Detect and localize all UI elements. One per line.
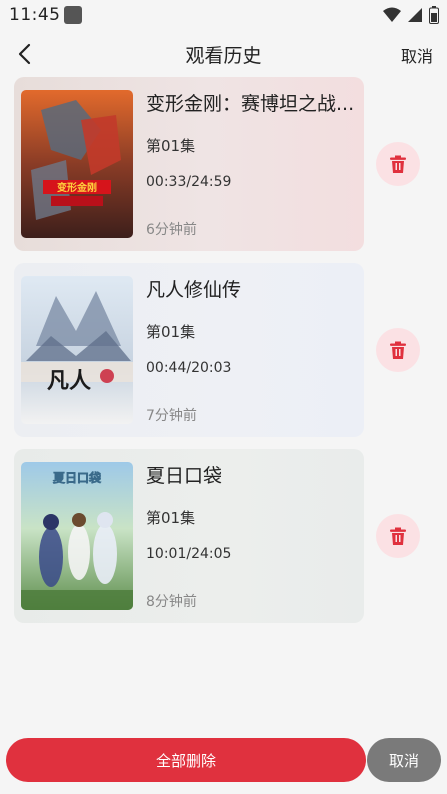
- poster-image: 夏日口袋: [21, 462, 133, 610]
- episode-label: 第01集: [146, 323, 196, 341]
- history-list: 变形金刚 变形金刚：赛博坦之战... 第01集 00:33/24:59 6分钟前: [14, 77, 434, 635]
- watch-progress: 00:44/20:03: [146, 360, 232, 376]
- history-card[interactable]: 夏日口袋 夏日口袋 第01集 10:01/24:05 8分钟前: [14, 449, 364, 623]
- cancel-edit-button[interactable]: 取消: [401, 43, 433, 67]
- trash-icon: [390, 341, 406, 359]
- history-row: 夏日口袋 夏日口袋 第01集 10:01/24:05 8分钟前: [14, 449, 434, 623]
- app-notification-icon: [64, 6, 82, 24]
- item-info: 变形金刚：赛博坦之战... 第01集 00:33/24:59: [146, 89, 360, 190]
- status-time: 11:45: [9, 5, 61, 25]
- battery-icon: [429, 6, 439, 24]
- video-title: 变形金刚：赛博坦之战...: [146, 93, 355, 115]
- history-row: 凡人 凡人修仙传 第01集 00:44/20:03 7分钟前: [14, 263, 434, 437]
- poster-image: 凡人: [21, 276, 133, 424]
- poster-title-text: 凡人: [47, 368, 91, 394]
- delete-item-button[interactable]: [376, 514, 420, 558]
- page-title: 观看历史: [185, 45, 262, 67]
- signal-icon: [408, 8, 422, 22]
- episode-label: 第01集: [146, 509, 196, 527]
- poster-title-text: 夏日口袋: [53, 470, 102, 485]
- status-bar: 11:45: [0, 0, 447, 30]
- history-card[interactable]: 凡人 凡人修仙传 第01集 00:44/20:03 7分钟前: [14, 263, 364, 437]
- trash-icon: [390, 527, 406, 545]
- item-info: 夏日口袋 第01集 10:01/24:05: [146, 461, 360, 562]
- watched-time-ago: 6分钟前: [146, 222, 197, 238]
- wifi-icon: [383, 7, 401, 22]
- episode-label: 第01集: [146, 137, 196, 155]
- delete-all-button[interactable]: 全部删除: [6, 738, 366, 782]
- watch-progress: 10:01/24:05: [146, 546, 232, 562]
- video-title: 凡人修仙传: [146, 279, 242, 301]
- poster-image: 变形金刚: [21, 90, 133, 238]
- watched-time-ago: 7分钟前: [146, 408, 197, 424]
- item-info: 凡人修仙传 第01集 00:44/20:03: [146, 275, 360, 376]
- header: 观看历史 取消: [0, 32, 447, 74]
- delete-item-button[interactable]: [376, 142, 420, 186]
- video-title: 夏日口袋: [146, 465, 223, 487]
- poster-title-text: 变形金刚: [57, 181, 97, 194]
- watch-progress: 00:33/24:59: [146, 174, 232, 190]
- status-indicators: [383, 6, 439, 24]
- footer-actions: 全部删除 取消: [0, 736, 447, 784]
- watched-time-ago: 8分钟前: [146, 594, 197, 610]
- delete-item-button[interactable]: [376, 328, 420, 372]
- history-row: 变形金刚 变形金刚：赛博坦之战... 第01集 00:33/24:59 6分钟前: [14, 77, 434, 251]
- trash-icon: [390, 155, 406, 173]
- cancel-button[interactable]: 取消: [367, 738, 441, 782]
- history-card[interactable]: 变形金刚 变形金刚：赛博坦之战... 第01集 00:33/24:59 6分钟前: [14, 77, 364, 251]
